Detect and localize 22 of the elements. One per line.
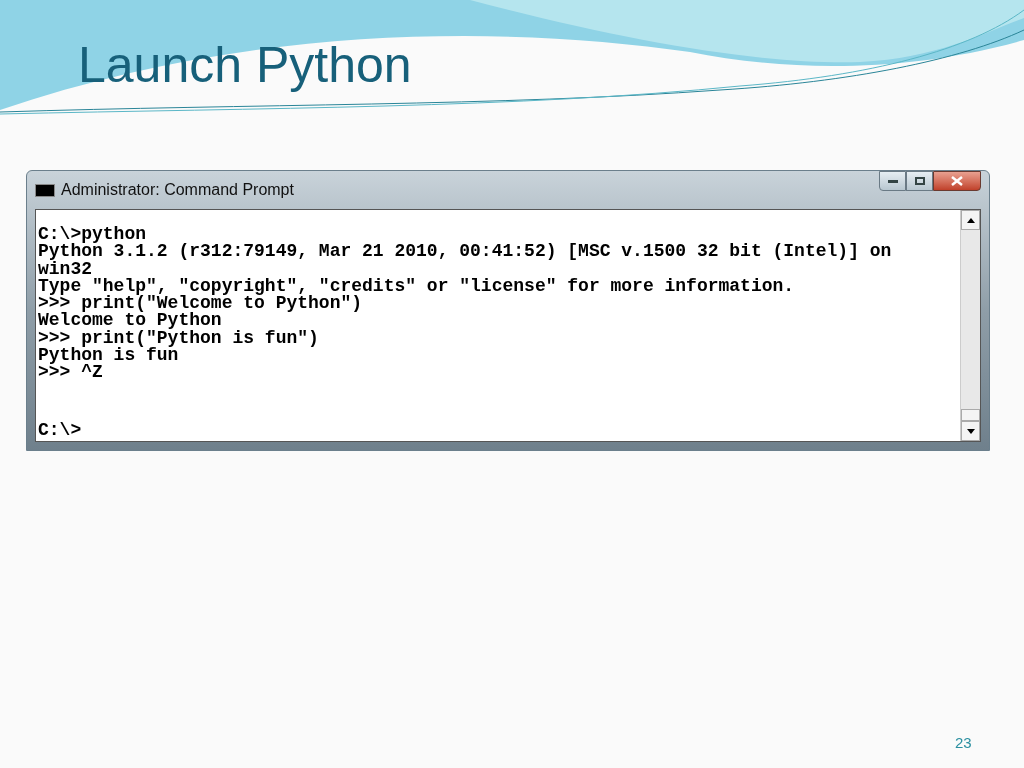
close-icon xyxy=(951,176,963,186)
console-line: Python 3.1.2 (r312:79149, Mar 21 2010, 00:41:52) [MSC v.1500 32 bit (Intel)] on xyxy=(38,243,893,261)
close-button[interactable] xyxy=(933,171,981,191)
minimize-button[interactable] xyxy=(879,171,906,191)
console-line: C:\>python xyxy=(38,226,148,244)
console-line: >>> ^Z xyxy=(38,364,104,382)
console-line: Welcome to Python xyxy=(38,312,222,330)
maximize-button[interactable] xyxy=(906,171,933,191)
console-line: win32 xyxy=(38,260,92,278)
scroll-up-icon xyxy=(966,217,975,223)
console-line: Python is fun xyxy=(38,347,179,365)
window-title: Administrator: Command Prompt xyxy=(61,180,294,200)
scrollbar-thumb[interactable] xyxy=(961,409,980,421)
console-line: >>> print("Welcome to Python") xyxy=(38,295,364,313)
scroll-down-icon xyxy=(966,428,975,434)
console-prompt: C:\> xyxy=(38,421,83,439)
page-number: 23 xyxy=(955,733,972,753)
slide-title: Launch Python xyxy=(78,36,412,95)
console-line: >>> print("Python is fun") xyxy=(38,329,320,348)
console-icon xyxy=(35,183,55,197)
scrollbar[interactable] xyxy=(960,210,980,441)
console-line: Type "help", "copyright", "credits" or "license" for more information. xyxy=(38,277,796,296)
